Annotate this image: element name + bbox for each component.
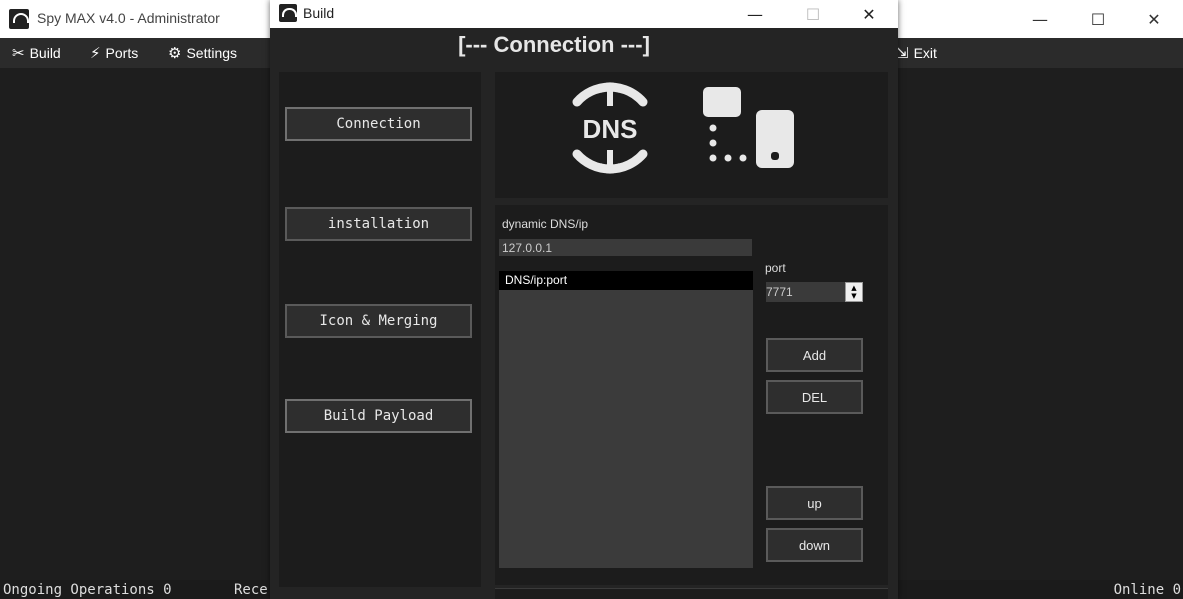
dns-ip-input[interactable]: [499, 239, 752, 256]
main-window-title: Spy MAX v4.0 - Administrator: [37, 10, 220, 26]
nav-build-payload-button[interactable]: Build Payload: [285, 399, 472, 433]
section-heading: [--- Connection ---]: [458, 32, 650, 57]
dns-illustration: DNS: [572, 82, 794, 174]
app-logo-icon: [9, 9, 29, 29]
menu-settings[interactable]: ⚙ Settings: [168, 38, 237, 68]
port-label: port: [765, 261, 786, 275]
menu-settings-label: Settings: [186, 45, 238, 61]
port-stepper[interactable]: ▲ ▼: [766, 282, 863, 302]
dns-ip-label: dynamic DNS/ip: [502, 217, 589, 231]
dns-port-list-header[interactable]: DNS/ip:port: [499, 271, 753, 290]
main-minimize-button[interactable]: —: [1011, 0, 1069, 38]
spin-down-icon[interactable]: ▼: [851, 292, 856, 300]
form-panel-footer: [495, 588, 888, 599]
nav-connection-button[interactable]: Connection: [285, 107, 472, 141]
dialog-titlebar: Build — ☐ ✕: [270, 0, 898, 28]
menu-build[interactable]: ✂ Build: [12, 38, 61, 68]
main-close-button[interactable]: ✕: [1125, 0, 1183, 38]
menu-ports-label: Ports: [105, 45, 139, 61]
menu-ports[interactable]: ⚡ Ports: [90, 38, 138, 68]
status-ongoing-operations: Ongoing Operations 0: [3, 582, 172, 598]
plug-icon: ⚡: [90, 44, 101, 62]
dns-text: DNS: [583, 114, 638, 144]
menu-exit-label: Exit: [913, 45, 937, 61]
move-up-button[interactable]: up: [766, 486, 863, 520]
menu-build-label: Build: [29, 45, 61, 61]
dialog-close-button[interactable]: ✕: [840, 0, 898, 28]
network-devices-icon: [703, 87, 794, 168]
spin-up-icon[interactable]: ▲: [851, 284, 856, 292]
main-maximize-button[interactable]: ☐: [1069, 0, 1127, 38]
status-received: Rece: [234, 582, 268, 598]
dialog-minimize-button[interactable]: —: [726, 0, 784, 28]
status-online: Online 0: [1113, 582, 1181, 598]
move-down-button[interactable]: down: [766, 528, 863, 562]
build-dialog: Build — ☐ ✕ [--- Connection ---] Connect…: [270, 0, 898, 599]
dialog-title: Build: [303, 5, 335, 21]
dialog-logo-icon: [279, 4, 297, 22]
menu-exit[interactable]: ⇲ Exit: [896, 38, 937, 68]
dns-port-list[interactable]: DNS/ip:port: [499, 271, 753, 568]
dialog-maximize-button: ☐: [805, 4, 821, 24]
nav-panel: Connection installation Icon & Merging B…: [279, 72, 481, 587]
tools-icon: ✂: [12, 44, 25, 62]
port-stepper-buttons[interactable]: ▲ ▼: [845, 282, 863, 302]
nav-icon-merging-button[interactable]: Icon & Merging: [285, 304, 472, 338]
add-button[interactable]: Add: [766, 338, 863, 372]
del-button[interactable]: DEL: [766, 380, 863, 414]
gear-icon: ⚙: [168, 44, 182, 62]
dns-banner: DNS: [495, 72, 888, 198]
nav-installation-button[interactable]: installation: [285, 207, 472, 241]
port-input[interactable]: [766, 282, 844, 302]
dns-globe-icon: DNS: [572, 82, 648, 174]
